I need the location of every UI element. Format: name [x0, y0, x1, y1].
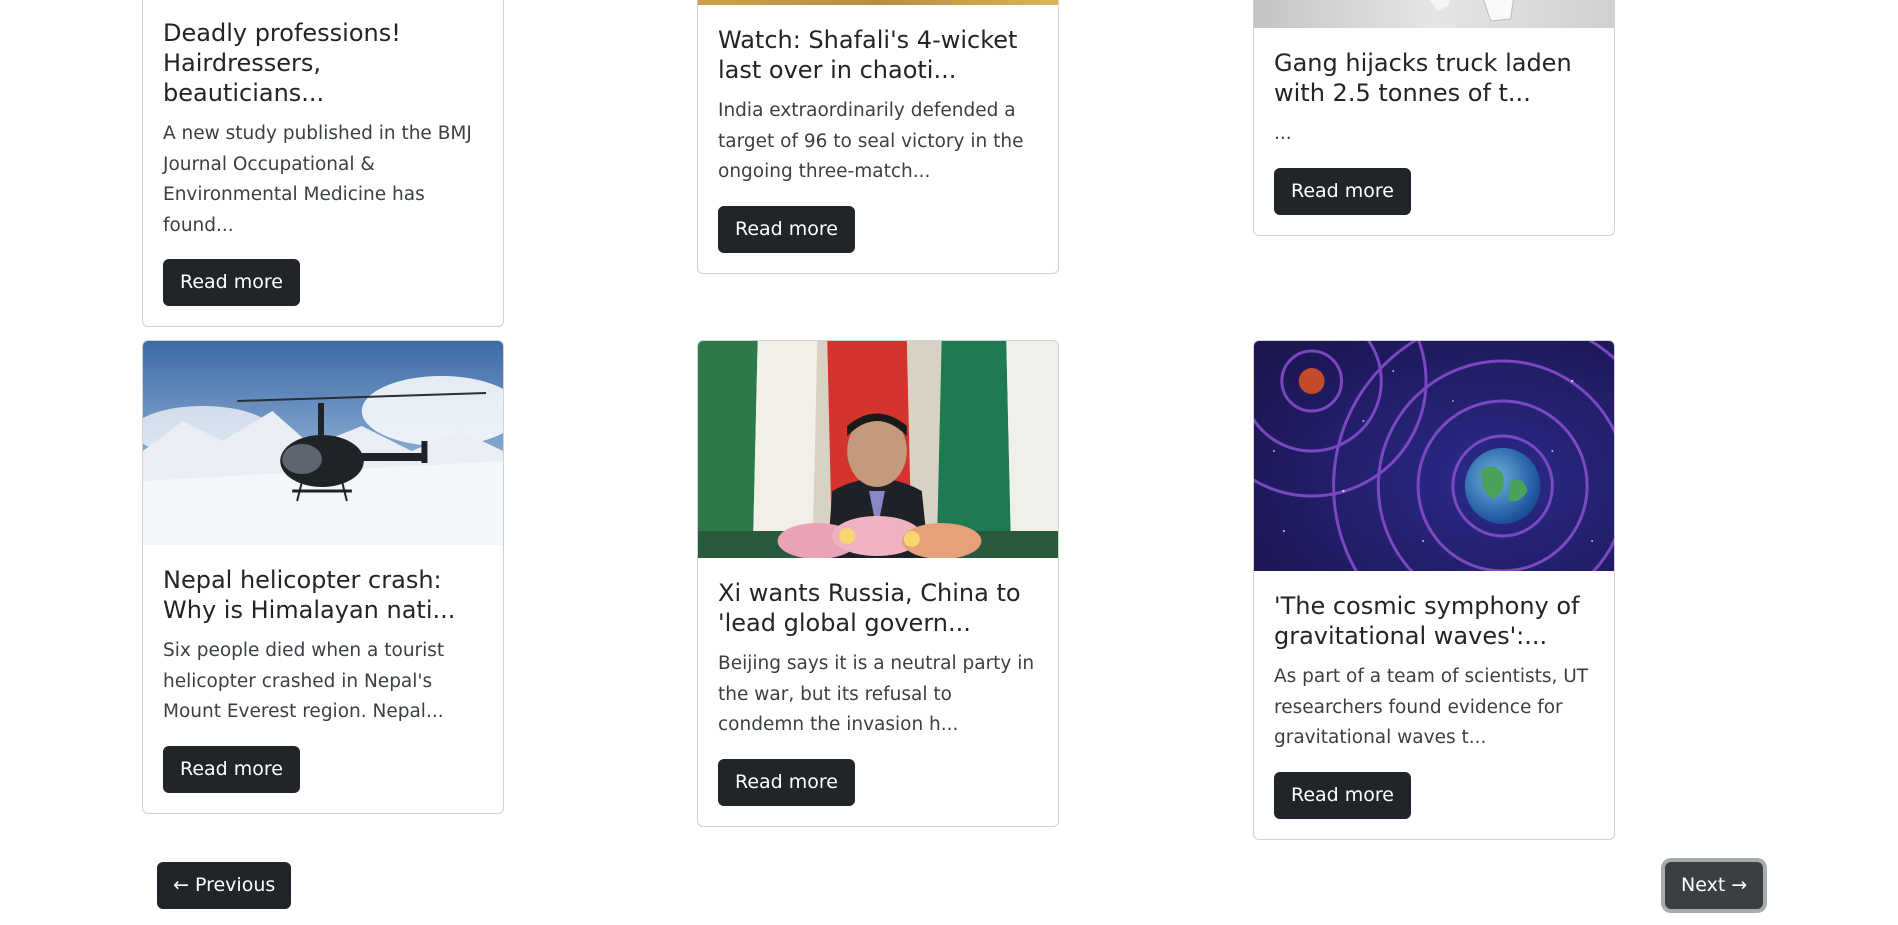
- article-image: [698, 0, 1058, 5]
- xi-jinping-image: [698, 341, 1058, 558]
- article-description: ...: [1274, 123, 1292, 144]
- news-page: Deadly professions! Hairdressers, beauti…: [0, 0, 1898, 925]
- read-more-button[interactable]: Read more: [1274, 167, 1411, 215]
- article-card: Watch: Shafali's 4-wicket last over in c…: [697, 0, 1059, 274]
- article-description: Six people died when a tourist helicopte…: [163, 640, 445, 722]
- article-card: Gang hijacks truck laden with 2.5 tonnes…: [1253, 0, 1615, 236]
- article-title[interactable]: Deadly professions! Hairdressers, beauti…: [163, 18, 483, 108]
- article-card: Xi wants Russia, China to 'lead global g…: [697, 340, 1059, 827]
- read-more-button[interactable]: Read more: [718, 758, 855, 806]
- article-card: Nepal helicopter crash: Why is Himalayan…: [142, 340, 504, 814]
- article-image: [1254, 0, 1614, 28]
- helicopter-image: [143, 341, 503, 545]
- article-description: A new study published in the BMJ Journal…: [163, 123, 472, 236]
- gravitational-waves-image: [1254, 341, 1614, 571]
- article-description: As part of a team of scientists, UT rese…: [1274, 666, 1589, 748]
- article-title[interactable]: Watch: Shafali's 4-wicket last over in c…: [718, 25, 1038, 85]
- read-more-button[interactable]: Read more: [1274, 771, 1411, 819]
- read-more-button[interactable]: Read more: [718, 205, 855, 253]
- read-more-button[interactable]: Read more: [163, 745, 300, 793]
- article-card: Deadly professions! Hairdressers, beauti…: [142, 0, 504, 327]
- article-title[interactable]: 'The cosmic symphony of gravitational wa…: [1274, 591, 1594, 651]
- next-page-button[interactable]: Next →: [1665, 862, 1764, 909]
- read-more-button[interactable]: Read more: [163, 259, 300, 306]
- article-description: India extraordinarily defended a target …: [718, 100, 1024, 182]
- article-title[interactable]: Xi wants Russia, China to 'lead global g…: [718, 578, 1038, 638]
- article-title[interactable]: Gang hijacks truck laden with 2.5 tonnes…: [1274, 48, 1594, 108]
- article-description: Beijing says it is a neutral party in th…: [718, 653, 1035, 735]
- article-title[interactable]: Nepal helicopter crash: Why is Himalayan…: [163, 565, 483, 625]
- previous-page-button[interactable]: ← Previous: [157, 862, 292, 909]
- article-card: 'The cosmic symphony of gravitational wa…: [1253, 340, 1615, 840]
